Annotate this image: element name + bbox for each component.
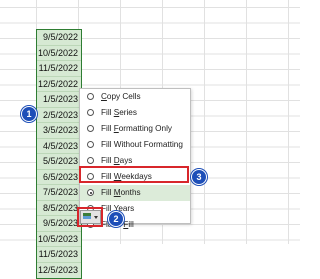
date-cell[interactable]: 7/5/2023 [37, 185, 81, 201]
date-cell[interactable]: 10/5/2022 [37, 46, 81, 61]
date-cell[interactable]: 4/5/2023 [37, 139, 81, 154]
menu-item-fill-months[interactable]: Fill Months [80, 185, 190, 201]
date-cell[interactable]: 5/5/2023 [37, 154, 81, 170]
auto-fill-options-menu: Copy Cells Fill Series Fill Formatting O… [79, 88, 191, 229]
menu-item-copy-cells[interactable]: Copy Cells [80, 89, 190, 105]
auto-fill-options-icon [83, 213, 98, 219]
menu-item-label: Fill Without Formatting [101, 140, 183, 149]
fill-months-highlight-frame [79, 166, 189, 183]
menu-item-fill-without-formatting[interactable]: Fill Without Formatting [80, 137, 190, 153]
menu-item-label: Fill Days [101, 156, 133, 165]
step-badge-1: 1 [21, 106, 37, 122]
radio-icon [87, 125, 94, 132]
date-cell[interactable]: 11/5/2023 [37, 247, 81, 263]
step-badge-2: 2 [108, 211, 124, 227]
radio-icon [87, 141, 94, 148]
menu-item-label: Copy Cells [101, 92, 141, 101]
menu-item-fill-formatting-only[interactable]: Fill Formatting Only [80, 121, 190, 137]
selected-date-range[interactable]: 9/5/2022 10/5/2022 11/5/2022 12/5/2022 1… [36, 29, 82, 279]
date-cell[interactable]: 11/5/2022 [37, 61, 81, 77]
date-cell[interactable]: 12/5/2023 [37, 263, 81, 279]
menu-item-fill-series[interactable]: Fill Series [80, 105, 190, 121]
date-cell[interactable]: 6/5/2023 [37, 170, 81, 185]
radio-icon [87, 109, 94, 116]
radio-icon [87, 157, 94, 164]
date-cell[interactable]: 1/5/2023 [37, 92, 81, 108]
auto-fill-options-button[interactable] [80, 210, 101, 224]
radio-icon [87, 93, 94, 100]
radio-selected-icon [87, 189, 94, 196]
date-cell[interactable]: 8/5/2023 [37, 201, 81, 216]
date-cell[interactable]: 12/5/2022 [37, 77, 81, 92]
menu-item-label: Fill Formatting Only [101, 124, 172, 133]
date-cell[interactable]: 9/5/2023 [37, 216, 81, 232]
menu-item-label: Fill Months [101, 188, 141, 197]
step-badge-3: 3 [191, 169, 207, 185]
date-cell[interactable]: 3/5/2023 [37, 123, 81, 139]
date-cell[interactable]: 9/5/2022 [37, 30, 81, 46]
date-cell[interactable]: 10/5/2023 [37, 232, 81, 247]
date-cell[interactable]: 2/5/2023 [37, 108, 81, 123]
menu-item-label: Fill Series [101, 108, 137, 117]
